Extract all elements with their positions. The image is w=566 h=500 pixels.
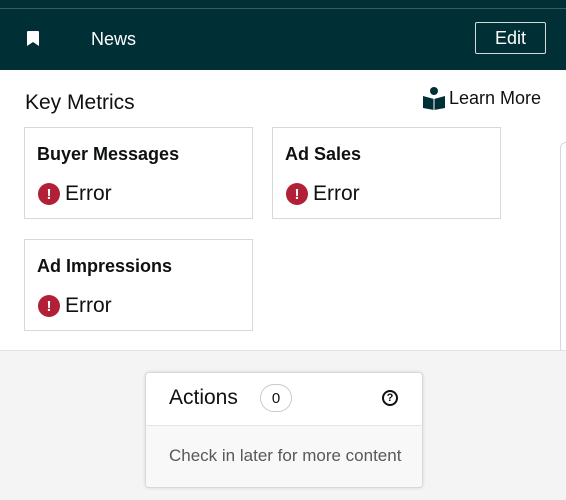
metric-card-title: Ad Sales <box>285 144 362 164</box>
metric-card-status: ! Error <box>38 182 112 206</box>
top-navigation-bar: News Edit <box>0 0 566 70</box>
key-metrics-title: Key Metrics <box>25 91 135 114</box>
learn-more-link[interactable]: Learn More <box>423 86 541 110</box>
metric-card-status: ! Error <box>286 182 360 206</box>
edit-button[interactable]: Edit <box>475 22 546 54</box>
status-text: Error <box>65 182 112 205</box>
actions-header: Actions 0 ? <box>146 373 422 426</box>
metric-card-status: ! Error <box>38 294 112 318</box>
actions-title: Actions <box>169 386 238 409</box>
header-divider <box>0 8 566 9</box>
learn-more-label: Learn More <box>449 87 542 108</box>
status-text: Error <box>313 182 360 205</box>
actions-card[interactable]: Actions 0 ? Check in later for more cont… <box>145 372 423 488</box>
exclamation-circle-icon: ! <box>38 295 60 317</box>
status-text: Error <box>65 294 112 317</box>
exclamation-circle-icon: ! <box>38 183 60 205</box>
exclamation-circle-icon: ! <box>286 183 308 205</box>
actions-empty-message: Check in later for more content <box>169 446 402 465</box>
metric-card-title: Buyer Messages <box>37 144 180 164</box>
header-title[interactable]: News <box>91 29 136 50</box>
question-circle-icon[interactable]: ? <box>382 390 398 406</box>
bookmark-icon[interactable] <box>27 31 39 46</box>
reader-icon <box>423 87 445 110</box>
metric-card-ad-sales[interactable]: Ad Sales ! Error <box>272 127 501 219</box>
metric-card-title: Ad Impressions <box>37 256 173 276</box>
metric-card-ad-impressions[interactable]: Ad Impressions ! Error <box>24 239 253 331</box>
actions-body: Check in later for more content <box>146 426 422 487</box>
actions-count-badge: 0 <box>260 384 292 412</box>
metric-card-buyer-messages[interactable]: Buyer Messages ! Error <box>24 127 253 219</box>
